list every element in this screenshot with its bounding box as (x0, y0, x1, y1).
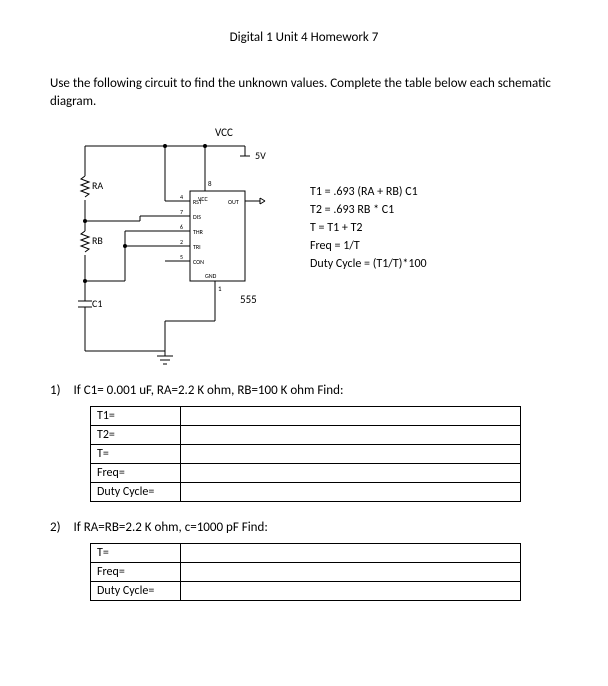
row-value (181, 426, 521, 445)
row-value (181, 544, 521, 563)
circuit-schematic: VCC 5V RA RB C1 (50, 121, 310, 371)
svg-text:RST: RST (193, 198, 202, 206)
row-value (181, 563, 521, 582)
ra-label: RA (92, 179, 103, 192)
row-label: Freq= (91, 563, 181, 582)
row-label: T1= (91, 407, 181, 426)
svg-text:CON: CON (193, 258, 204, 266)
page-title: Digital 1 Unit 4 Homework 7 (50, 30, 558, 45)
svg-text:2: 2 (180, 238, 183, 246)
vcc-label: VCC (215, 126, 233, 139)
row-label: T= (91, 544, 181, 563)
circuit-diagram: VCC 5V RA RB C1 (50, 121, 558, 371)
question-1-table: T1= T2= T= Freq= Duty Cycle= (90, 406, 521, 502)
svg-text:OUT: OUT (228, 198, 239, 206)
svg-text:5: 5 (180, 253, 183, 261)
question-2-prompt: 2) If RA=RB=2.2 K ohm, c=1000 pF Find: (50, 520, 558, 535)
table-row: T= (91, 544, 521, 563)
question-2-table: T= Freq= Duty Cycle= (90, 543, 521, 601)
c1-label: C1 (92, 297, 102, 310)
table-row: Duty Cycle= (91, 582, 521, 601)
row-label: Duty Cycle= (91, 582, 181, 601)
table-row: Duty Cycle= (91, 483, 521, 502)
svg-text:GND: GND (205, 272, 217, 280)
formula-t2: T2 = .693 RB * C1 (310, 201, 427, 219)
question-1-prompt: 1) If C1= 0.001 uF, RA=2.2 K ohm, RB=100… (50, 383, 558, 398)
formula-t1: T1 = .693 (RA + RB) C1 (310, 183, 427, 201)
svg-text:6: 6 (180, 223, 183, 231)
row-label: Duty Cycle= (91, 483, 181, 502)
formulas-block: T1 = .693 (RA + RB) C1 T2 = .693 RB * C1… (310, 183, 427, 273)
rb-label: RB (92, 234, 103, 247)
svg-text:THR: THR (193, 228, 204, 236)
instructions-text: Use the following circuit to find the un… (50, 75, 558, 111)
row-label: T= (91, 445, 181, 464)
vcc-value: 5V (255, 149, 266, 162)
row-label: T2= (91, 426, 181, 445)
row-value (181, 483, 521, 502)
formula-freq: Freq = 1/T (310, 237, 427, 255)
table-row: T1= (91, 407, 521, 426)
row-value (181, 464, 521, 483)
table-row: Freq= (91, 464, 521, 483)
row-value (181, 407, 521, 426)
chip-label: 555 (240, 293, 257, 306)
svg-text:8: 8 (208, 179, 212, 188)
table-row: T= (91, 445, 521, 464)
formula-t: T = T1 + T2 (310, 219, 427, 237)
table-row: T2= (91, 426, 521, 445)
row-value (181, 445, 521, 464)
table-row: Freq= (91, 563, 521, 582)
row-label: Freq= (91, 464, 181, 483)
svg-text:4: 4 (180, 193, 183, 201)
svg-text:1: 1 (218, 284, 222, 293)
svg-text:TRI: TRI (193, 243, 201, 251)
svg-text:DIS: DIS (193, 213, 201, 221)
formula-duty: Duty Cycle = (T1/T)*100 (310, 255, 427, 273)
svg-text:7: 7 (180, 208, 183, 216)
row-value (181, 582, 521, 601)
